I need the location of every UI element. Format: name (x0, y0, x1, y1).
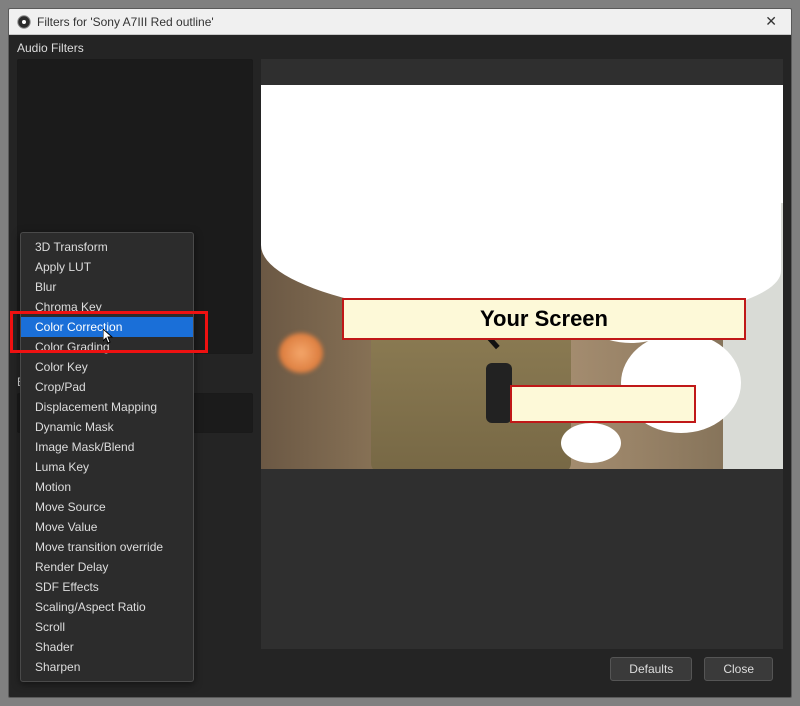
audio-filters-label: Audio Filters (17, 41, 783, 55)
defaults-button[interactable]: Defaults (610, 657, 692, 681)
filter-option-color-key[interactable]: Color Key (21, 357, 193, 377)
window-title: Filters for 'Sony A7III Red outline' (37, 15, 214, 29)
filter-option-motion[interactable]: Motion (21, 477, 193, 497)
filter-option-scaling-aspect-ratio[interactable]: Scaling/Aspect Ratio (21, 597, 193, 617)
close-dialog-button[interactable]: Close (704, 657, 773, 681)
preview-area (261, 59, 783, 649)
filter-option-chroma-key[interactable]: Chroma Key (21, 297, 193, 317)
filter-option-move-transition-override[interactable]: Move transition override (21, 537, 193, 557)
filter-option-scroll[interactable]: Scroll (21, 617, 193, 637)
filter-option-dynamic-mask[interactable]: Dynamic Mask (21, 417, 193, 437)
overlay-your-screen-text: Your Screen (480, 306, 608, 332)
filter-option-move-source[interactable]: Move Source (21, 497, 193, 517)
filter-option-3d-transform[interactable]: 3D Transform (21, 237, 193, 257)
overlay-secondary (510, 385, 696, 423)
titlebar[interactable]: Filters for 'Sony A7III Red outline' ✕ (9, 9, 791, 35)
filter-option-sdf-effects[interactable]: SDF Effects (21, 577, 193, 597)
filter-option-sharpen[interactable]: Sharpen (21, 657, 193, 677)
filter-option-shader[interactable]: Shader (21, 637, 193, 657)
add-filter-context-menu[interactable]: 3D TransformApply LUTBlurChroma KeyColor… (20, 232, 194, 682)
overlay-your-screen: Your Screen (342, 298, 746, 340)
titlebar-left: Filters for 'Sony A7III Red outline' (17, 15, 214, 29)
filter-option-move-value[interactable]: Move Value (21, 517, 193, 537)
filter-option-luma-key[interactable]: Luma Key (21, 457, 193, 477)
close-button[interactable]: ✕ (759, 11, 783, 32)
filter-option-apply-lut[interactable]: Apply LUT (21, 257, 193, 277)
filter-option-displacement-mapping[interactable]: Displacement Mapping (21, 397, 193, 417)
filter-option-color-correction[interactable]: Color Correction (21, 317, 193, 337)
filter-option-color-grading[interactable]: Color Grading (21, 337, 193, 357)
filter-option-crop-pad[interactable]: Crop/Pad (21, 377, 193, 397)
filter-option-render-delay[interactable]: Render Delay (21, 557, 193, 577)
app-icon (17, 15, 31, 29)
filter-option-image-mask-blend[interactable]: Image Mask/Blend (21, 437, 193, 457)
filter-option-blur[interactable]: Blur (21, 277, 193, 297)
